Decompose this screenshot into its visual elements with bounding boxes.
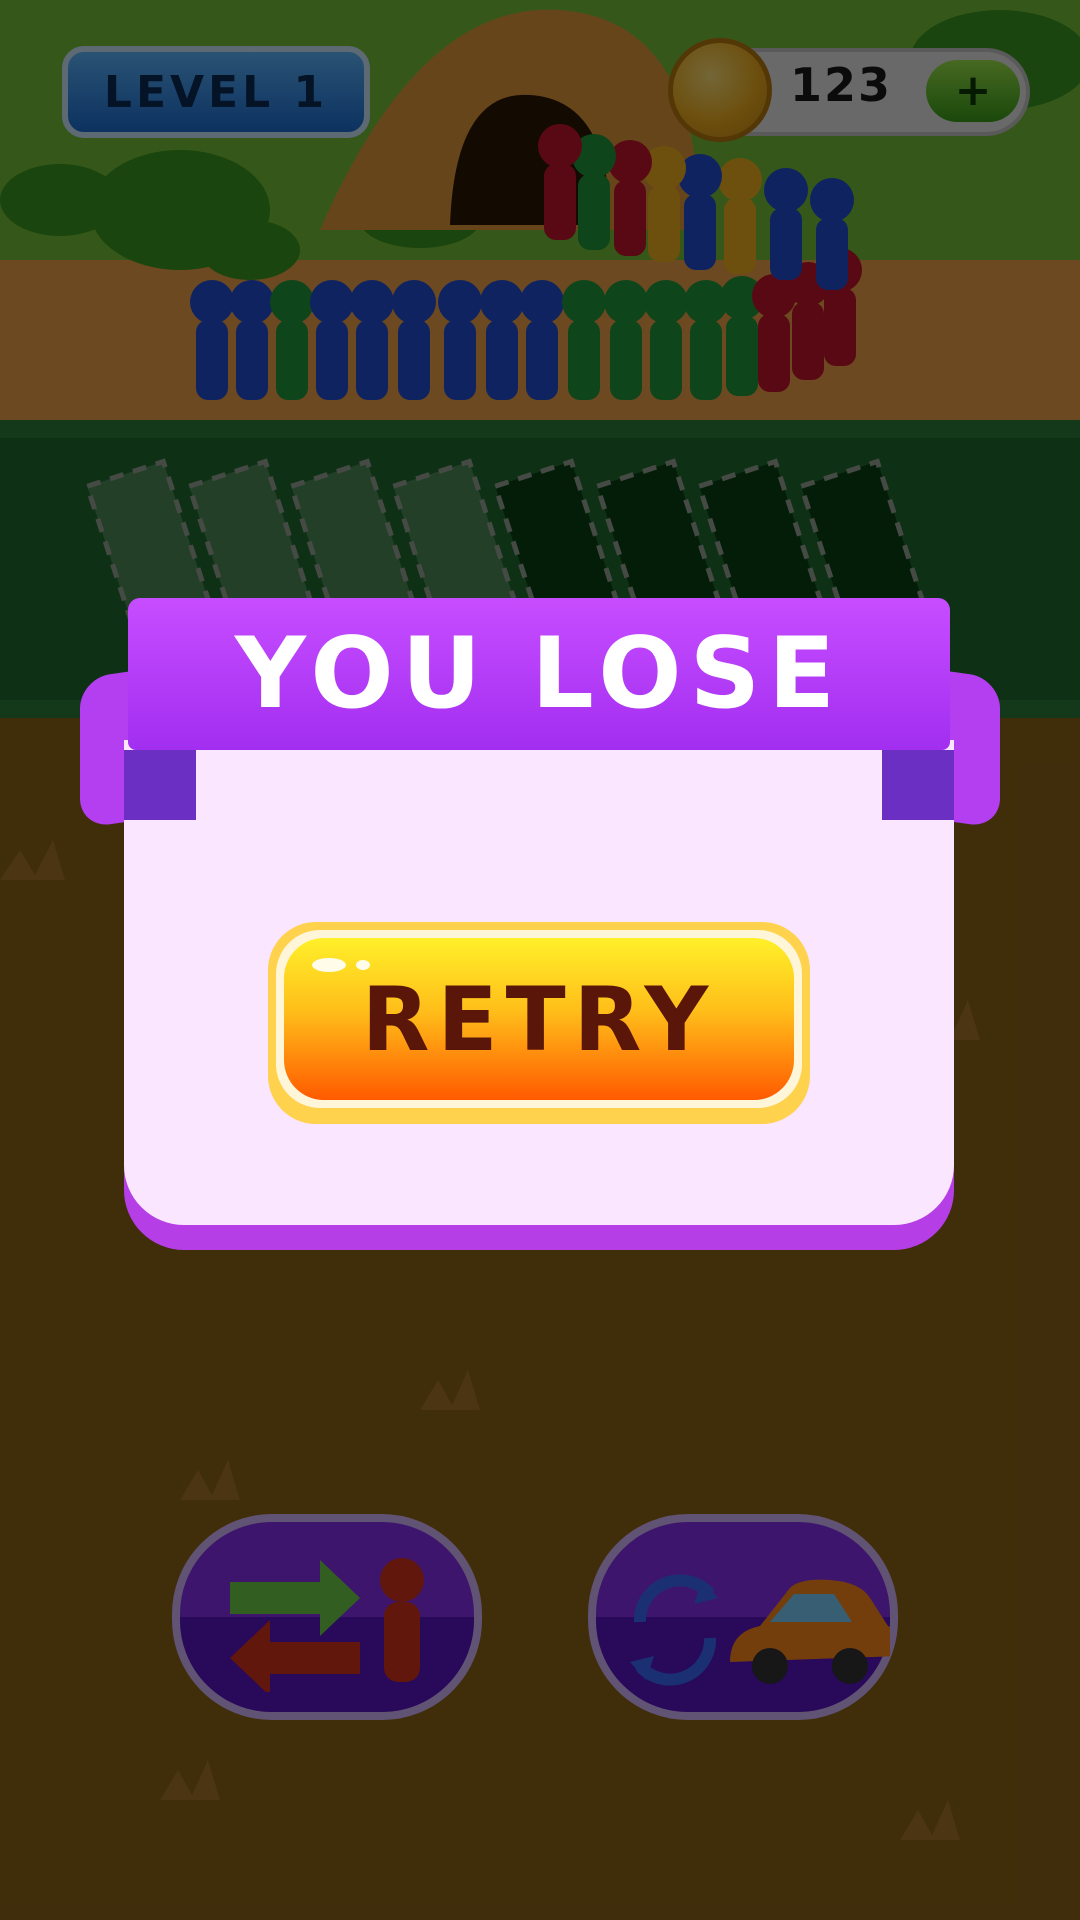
add-coins-button[interactable]: + bbox=[926, 60, 1020, 122]
ribbon-fold-left bbox=[124, 750, 196, 820]
button-shine bbox=[356, 960, 370, 970]
coin-icon bbox=[668, 38, 772, 142]
shuffle-car-button[interactable] bbox=[588, 1514, 898, 1720]
button-shine bbox=[312, 958, 346, 972]
swap-passenger-button[interactable] bbox=[172, 1514, 482, 1720]
ribbon-fold-right bbox=[882, 750, 954, 820]
retry-label: RETRY bbox=[361, 967, 717, 1071]
retry-button[interactable]: RETRY bbox=[268, 922, 810, 1124]
level-label: LEVEL 1 bbox=[103, 66, 329, 118]
dialog-title-ribbon: YOU LOSE bbox=[128, 598, 950, 750]
plus-icon: + bbox=[954, 65, 992, 116]
dialog-title: YOU LOSE bbox=[234, 617, 844, 731]
swap-arrows-person-icon bbox=[230, 1558, 424, 1692]
refresh-car-icon bbox=[630, 1574, 890, 1686]
level-indicator: LEVEL 1 bbox=[62, 46, 370, 138]
slot-area-border-top bbox=[0, 420, 1080, 438]
coin-count: 123 bbox=[790, 58, 893, 112]
